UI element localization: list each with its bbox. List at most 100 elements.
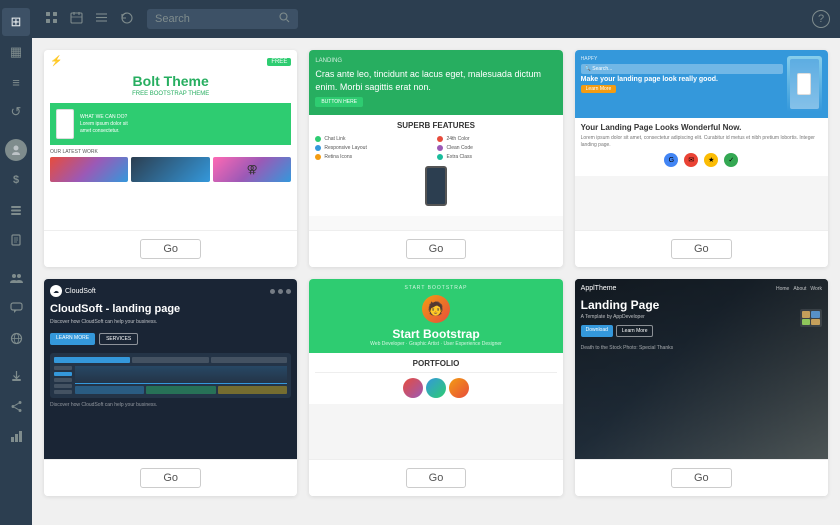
- sidebar-icon-download[interactable]: [2, 362, 30, 390]
- blue-header-label: HAPFY: [581, 56, 783, 62]
- go-button-bootstrap[interactable]: Go: [406, 468, 467, 488]
- blue-content-title: Your Landing Page Looks Wonderful Now.: [581, 123, 822, 132]
- sidebar-icon-chat[interactable]: [2, 294, 30, 322]
- bolt-img-3: ⚢: [213, 157, 291, 182]
- dark-dash-content: [54, 366, 287, 394]
- green-content: SUPERB FEATURES Chat Link 24th Color: [309, 115, 562, 216]
- card-footer-blue: Go: [575, 230, 828, 267]
- card-preview-landing: ApplTheme Home About Work Landing Page A…: [575, 279, 828, 459]
- feature-dot-5: [315, 154, 321, 160]
- sidebar-icon-share[interactable]: [2, 392, 30, 420]
- sidebar-icon-layers[interactable]: [2, 196, 30, 224]
- green-feature-3: Responsive Layout: [315, 145, 434, 151]
- main-content: ? ⚡ FREE Bolt Theme FREE BOOTSTRAP THEME: [32, 0, 840, 525]
- blue-icons-row: G ✉ ★ ✓: [581, 153, 822, 167]
- topbar-history-icon[interactable]: [117, 8, 137, 31]
- help-button[interactable]: ?: [812, 10, 830, 28]
- bolt-theme-title: Bolt Theme: [50, 73, 291, 89]
- landing-nav-item-3[interactable]: Work: [810, 286, 822, 292]
- go-button-blue[interactable]: Go: [671, 239, 732, 259]
- sidebar-icon-person[interactable]: [2, 136, 30, 164]
- card-preview-bootstrap: START BOOTSTRAP 🧑 Start Bootstrap Web De…: [309, 279, 562, 459]
- dark-dot-1: [270, 289, 275, 294]
- dark-secondary-btn[interactable]: SERVICES: [99, 333, 138, 345]
- green-feature-1: Chat Link: [315, 136, 434, 142]
- sidebar-icon-dollar[interactable]: $: [2, 166, 30, 194]
- landing-top-bar: ApplTheme Home About Work: [581, 285, 822, 292]
- sidebar-icon-grid[interactable]: ⊞: [2, 8, 30, 36]
- green-phone-center: [315, 166, 556, 206]
- blue-circle-mail: ✉: [684, 153, 698, 167]
- theme-card-bolt: ⚡ FREE Bolt Theme FREE BOOTSTRAP THEME W…: [44, 50, 297, 267]
- bolt-image-row: ⚢: [50, 157, 291, 182]
- dark-subtitle: Discover how CloudSoft can help your bus…: [50, 319, 291, 325]
- landing-sub-text: Death to the Stock Photo: Special Thanks: [581, 345, 822, 351]
- topbar-grid-icon[interactable]: [42, 8, 61, 30]
- topbar-list-icon[interactable]: [92, 8, 111, 30]
- sidebar-icon-list[interactable]: ≡: [2, 68, 30, 96]
- landing-btn-secondary[interactable]: Learn More: [616, 325, 654, 337]
- dark-dash-block-1: [54, 357, 130, 363]
- bootstrap-header: START BOOTSTRAP 🧑 Start Bootstrap Web De…: [309, 279, 562, 353]
- sidebar-icon-chart[interactable]: [2, 422, 30, 450]
- dark-dash-main: [75, 366, 287, 394]
- blue-cta-btn[interactable]: Learn More: [581, 85, 617, 93]
- sidebar-icon-globe[interactable]: [2, 324, 30, 352]
- feature-label-5: Retina Icons: [324, 154, 352, 160]
- feature-dot-4: [437, 145, 443, 151]
- landing-nav-items: Home About Work: [776, 286, 822, 292]
- green-header-text: Cras ante leo, tincidunt ac lacus eget, …: [315, 68, 556, 93]
- go-button-landing[interactable]: Go: [671, 468, 732, 488]
- bootstrap-avatar-2: [426, 378, 446, 398]
- topbar: ?: [32, 0, 840, 38]
- feature-dot-1: [315, 136, 321, 142]
- dark-dash-sidebar: [54, 366, 72, 394]
- landing-nav-item-1[interactable]: Home: [776, 286, 789, 292]
- green-header-label: LANDING: [315, 58, 556, 64]
- search-input[interactable]: [155, 13, 275, 25]
- bootstrap-portfolio-title: PORTFOLIO: [315, 359, 556, 373]
- center-phone-icon: [425, 166, 447, 206]
- dark-dash-chart: [75, 366, 287, 384]
- landing-grid-cell-1: [802, 311, 811, 318]
- bootstrap-avatar: 🧑: [422, 295, 450, 323]
- theme-card-bootstrap: START BOOTSTRAP 🧑 Start Bootstrap Web De…: [309, 279, 562, 496]
- go-button-cloudsoft[interactable]: Go: [140, 468, 201, 488]
- dark-logo-text: CloudSoft: [65, 288, 96, 295]
- dark-dash-block-3: [211, 357, 287, 363]
- theme-grid-area: ⚡ FREE Bolt Theme FREE BOOTSTRAP THEME W…: [32, 38, 840, 525]
- sidebar-icon-calendar[interactable]: ▦: [2, 38, 30, 66]
- blue-header-title: Make your landing page look really good.: [581, 76, 783, 83]
- feature-label-3: Responsive Layout: [324, 145, 367, 151]
- green-feature-5: Retina Icons: [315, 154, 434, 160]
- search-icon[interactable]: [279, 12, 290, 26]
- landing-nav-item-2[interactable]: About: [793, 286, 806, 292]
- landing-btn-primary[interactable]: Download: [581, 325, 613, 337]
- landing-grid-cell-2: [811, 311, 820, 318]
- green-cta-button[interactable]: BUTTON HERE: [315, 97, 363, 107]
- bootstrap-label: START BOOTSTRAP: [315, 285, 556, 291]
- green-feature-6: Extra Class: [437, 154, 556, 160]
- cloudsoft-footer-text: Discover how CloudSoft can help your bus…: [50, 402, 291, 408]
- dark-primary-btn[interactable]: LEARN MORE: [50, 333, 95, 345]
- bootstrap-roles: Web Developer · Graphic Artist · User Ex…: [315, 341, 556, 347]
- green-header: LANDING Cras ante leo, tincidunt ac lacu…: [309, 50, 562, 115]
- bolt-phone-section: WHAT WE CAN DO?Lorem ipsum dolor sitamet…: [50, 103, 291, 145]
- go-button-bolt[interactable]: Go: [140, 239, 201, 259]
- bootstrap-avatar-3: [449, 378, 469, 398]
- search-box: [147, 9, 298, 29]
- green-feature-2: 24th Color: [437, 136, 556, 142]
- landing-title: Landing Page: [581, 298, 822, 312]
- bolt-theme-subtitle: FREE BOOTSTRAP THEME: [50, 91, 291, 97]
- green-section-title: SUPERB FEATURES: [315, 121, 556, 130]
- card-preview-blue: HAPFY 🔍 Search... Make your landing page…: [575, 50, 828, 230]
- topbar-calendar-icon[interactable]: [67, 8, 86, 30]
- dark-dot-3: [286, 289, 291, 294]
- blue-header-text-area: HAPFY 🔍 Search... Make your landing page…: [581, 56, 783, 112]
- go-button-green[interactable]: Go: [406, 239, 467, 259]
- sidebar-icon-users[interactable]: [2, 264, 30, 292]
- landing-overlay-items: [800, 309, 822, 327]
- feature-label-2: 24th Color: [446, 136, 469, 142]
- sidebar-icon-history[interactable]: ↺: [2, 98, 30, 126]
- sidebar-icon-file[interactable]: [2, 226, 30, 254]
